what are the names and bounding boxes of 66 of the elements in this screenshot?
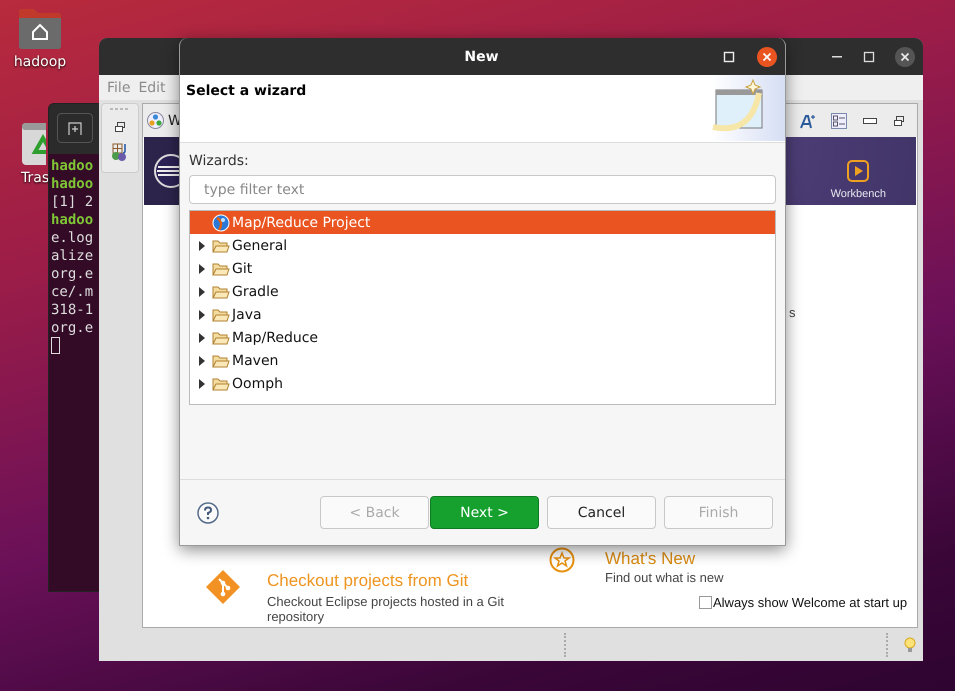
text-fragment: s (789, 305, 796, 320)
terminal-line: alize (51, 247, 94, 265)
restore-icon[interactable] (114, 121, 126, 133)
maximize-icon[interactable] (863, 50, 875, 62)
workbench-label: Workbench (830, 188, 886, 200)
expand-arrow-icon[interactable] (198, 264, 206, 274)
new-tab-button[interactable] (57, 113, 93, 143)
text-cursor (51, 337, 60, 354)
close-icon[interactable] (757, 46, 777, 66)
terminal-line: hadoo (51, 157, 94, 175)
restore-icon[interactable] (893, 114, 905, 126)
workbench-button[interactable]: Workbench (830, 142, 886, 200)
tree-item[interactable]: Maven (190, 349, 775, 372)
folder-icon (212, 376, 230, 390)
terminal-line: ce/.m (51, 283, 94, 301)
folder-icon (212, 284, 230, 298)
expand-arrow-icon[interactable] (198, 332, 206, 342)
tree-item[interactable]: Git (190, 257, 775, 280)
dialog-button[interactable]: Cancel (547, 496, 656, 529)
folder-icon (212, 330, 230, 344)
folder-icon (212, 238, 230, 252)
maximize-icon[interactable] (723, 50, 735, 62)
desktop-icon-label[interactable]: Tras (21, 170, 50, 186)
tree-item[interactable]: General (190, 234, 775, 257)
drag-handle-icon[interactable] (109, 107, 131, 111)
folder-icon (212, 354, 230, 368)
close-icon[interactable] (895, 46, 915, 66)
minimize-icon[interactable] (863, 116, 877, 124)
filter-field[interactable]: type filter text (189, 175, 776, 204)
git-icon (205, 569, 241, 605)
item-description: Find out what is new (605, 570, 724, 585)
field-label: Wizards: (189, 153, 250, 171)
globe-project-icon (212, 214, 230, 232)
tree-item[interactable]: Map/Reduce Project (190, 211, 775, 234)
play-icon (847, 160, 870, 182)
perspective-icon[interactable] (111, 143, 129, 161)
dialog-title: New (463, 48, 500, 64)
terminal-line: 318-1 (51, 301, 94, 319)
tree-item[interactable]: Java (190, 303, 775, 326)
expand-arrow-icon[interactable] (198, 378, 206, 388)
welcome-icon (147, 112, 164, 129)
terminal-line: [1] 2 (51, 193, 94, 211)
checkbox[interactable] (699, 596, 712, 609)
terminal-line: hadoo (51, 211, 94, 229)
expand-arrow-icon[interactable] (198, 356, 206, 366)
terminal-line: org.e (51, 319, 94, 337)
wizard-heading: Select a wizard (185, 82, 306, 101)
expand-arrow-icon[interactable] (198, 240, 206, 250)
item-description: Checkout Eclipse projects hosted in a Git repository (267, 594, 506, 624)
home-folder-icon[interactable] (17, 8, 63, 50)
expand-arrow-icon[interactable] (198, 286, 206, 296)
desktop-icon-label[interactable]: hadoop (14, 54, 66, 70)
tree-item[interactable]: Oomph (190, 372, 775, 395)
recycle-bin-icon[interactable] (21, 122, 46, 166)
folder-icon (212, 308, 230, 322)
terminal-line: hadoo (51, 175, 94, 193)
help-icon[interactable] (197, 502, 219, 524)
terminal-line: e.log (51, 229, 94, 247)
tree-item[interactable]: Map/Reduce (190, 326, 775, 349)
terminal-line: org.e (51, 265, 94, 283)
font-size-icon[interactable] (799, 112, 815, 128)
expand-arrow-icon[interactable] (198, 310, 206, 320)
tree-item[interactable]: Gradle (190, 280, 775, 303)
folder-icon (212, 262, 230, 276)
checkbox-label[interactable]: Always show Welcome at start up (713, 595, 908, 610)
checklist-icon[interactable] (831, 112, 847, 128)
